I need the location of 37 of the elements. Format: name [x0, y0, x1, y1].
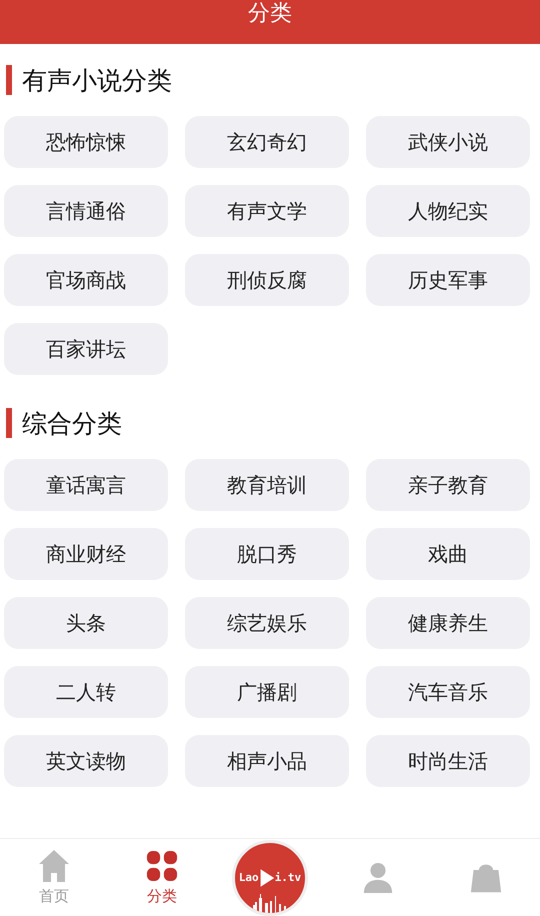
section-marker: [6, 408, 12, 438]
category-button[interactable]: 历史军事: [366, 254, 530, 306]
category-button[interactable]: 综艺娱乐: [185, 597, 349, 649]
logo-text: i.tv: [274, 871, 302, 884]
category-button[interactable]: 刑侦反腐: [185, 254, 349, 306]
category-button[interactable]: 武侠小说: [366, 116, 530, 168]
category-button[interactable]: 百家讲坛: [4, 323, 168, 375]
category-button[interactable]: 教育培训: [185, 459, 349, 511]
category-button[interactable]: 健康养生: [366, 597, 530, 649]
home-icon: [38, 849, 70, 883]
category-button[interactable]: 有声文学: [185, 185, 349, 237]
category-button[interactable]: 汽车音乐: [366, 666, 530, 718]
category-button[interactable]: 时尚生活: [366, 735, 530, 787]
person-icon: [362, 860, 394, 894]
category-button[interactable]: 头条: [4, 597, 168, 649]
category-button[interactable]: 二人转: [4, 666, 168, 718]
category-button[interactable]: 人物纪实: [366, 185, 530, 237]
category-button[interactable]: 脱口秀: [185, 528, 349, 580]
section-title: 有声小说分类: [22, 64, 172, 96]
category-button[interactable]: 亲子教育: [366, 459, 530, 511]
category-button[interactable]: 言情通俗: [4, 185, 168, 237]
play-icon: [258, 868, 275, 888]
category-button[interactable]: 戏曲: [366, 528, 530, 580]
category-button[interactable]: 官场商战: [4, 254, 168, 306]
page-title: 分类: [248, 0, 292, 28]
category-button[interactable]: 恐怖惊悚: [4, 116, 168, 168]
grid-icon: [146, 849, 178, 883]
category-button[interactable]: 童话寓言: [4, 459, 168, 511]
section-marker: [6, 65, 12, 95]
category-button[interactable]: 广播剧: [185, 666, 349, 718]
category-button[interactable]: 相声小品: [185, 735, 349, 787]
category-button[interactable]: 玄幻奇幻: [185, 116, 349, 168]
category-button[interactable]: 商业财经: [4, 528, 168, 580]
section-title: 综合分类: [22, 408, 122, 440]
category-button[interactable]: 英文读物: [4, 735, 168, 787]
tab-item[interactable]: 分类: [117, 849, 207, 906]
logo-text: Lao: [238, 871, 259, 884]
